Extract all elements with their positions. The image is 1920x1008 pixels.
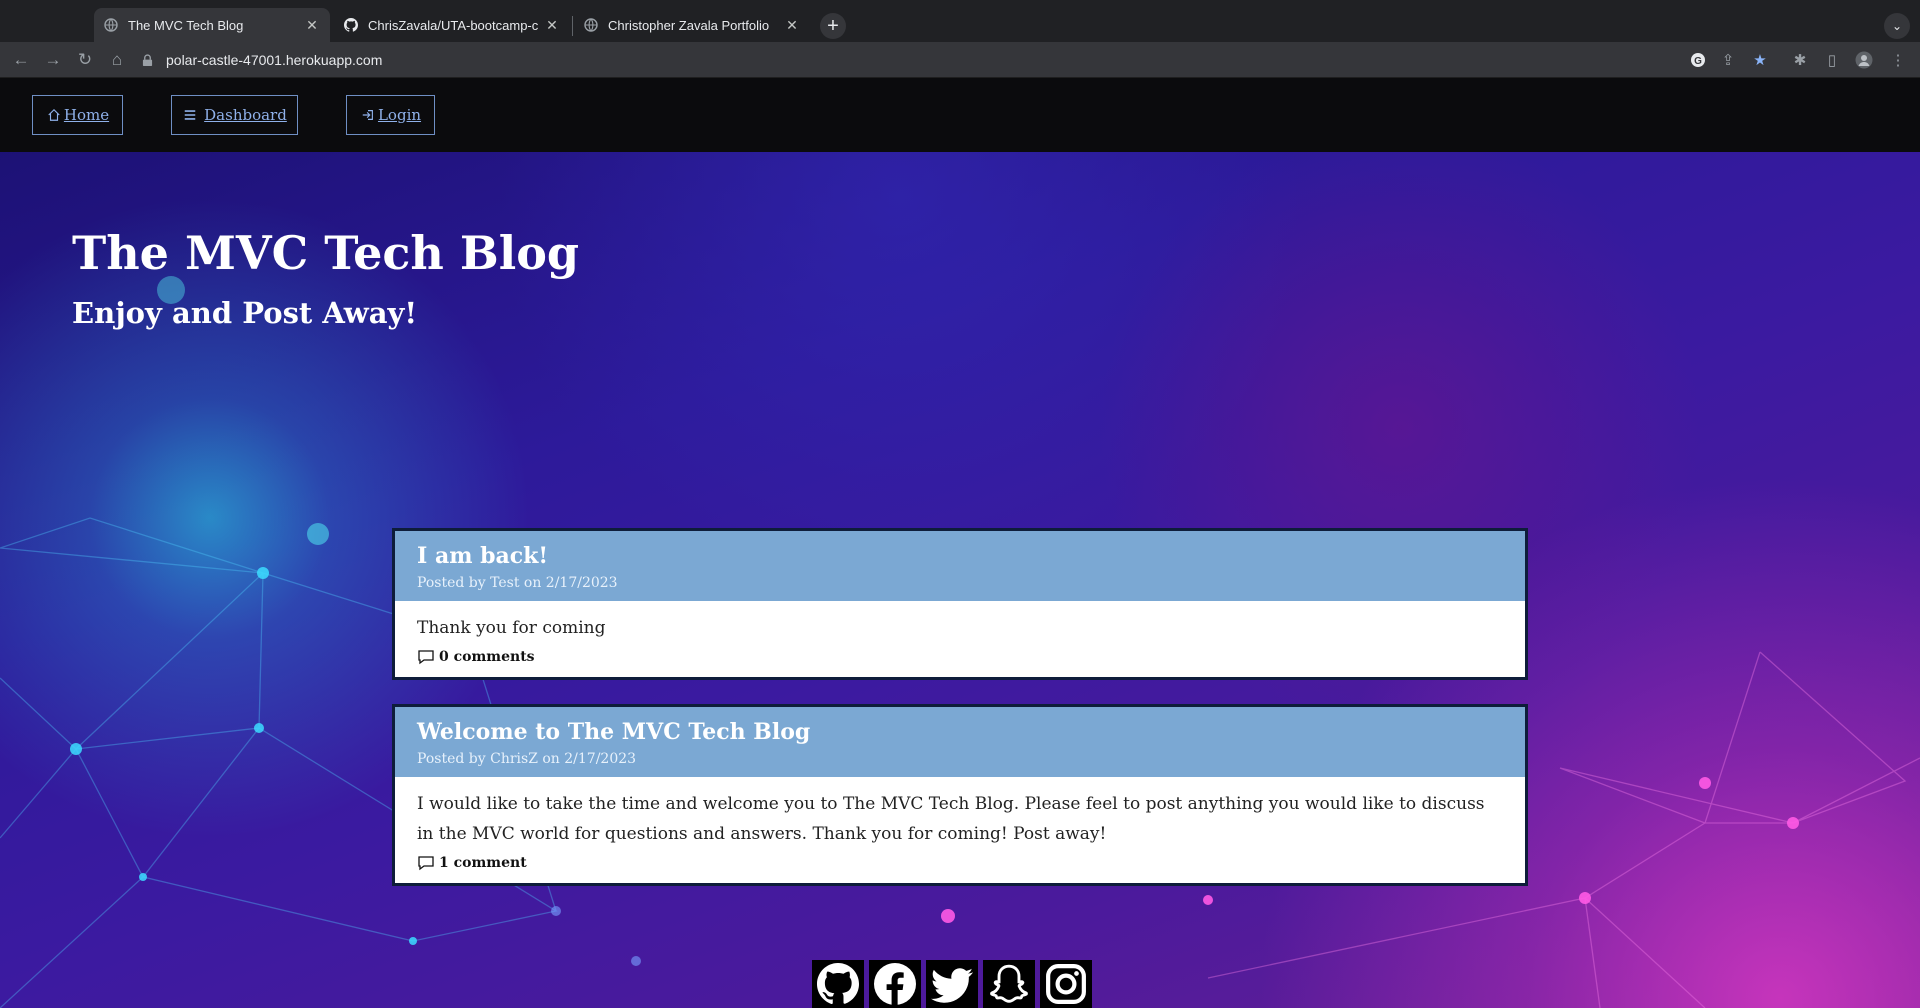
share-icon[interactable]: ⇪ [1718,50,1738,70]
google-icon[interactable]: G [1688,50,1708,70]
bookmark-star-icon[interactable]: ★ [1750,50,1770,70]
snapchat-icon[interactable] [983,960,1035,1008]
tab-mvc-tech-blog[interactable]: The MVC Tech Blog ✕ [94,8,330,42]
post-meta: Posted by ChrisZ on 2/17/2023 [417,751,637,767]
comment-icon [417,855,435,871]
twitter-icon[interactable] [926,960,978,1008]
tab-title: The MVC Tech Blog [128,17,244,33]
post-comments-count: 0 comments [439,649,535,665]
close-icon[interactable]: ✕ [784,17,800,33]
page-title: The MVC Tech Blog [72,226,580,280]
hamburger-menu-icon [182,107,198,123]
address-bar[interactable]: polar-castle-47001.herokuapp.com [140,46,1680,74]
browser-toolbar: ← → ↻ ⌂ polar-castle-47001.herokuapp.com… [0,42,1920,78]
github-icon [344,18,358,32]
instagram-icon[interactable] [1040,960,1092,1008]
globe-icon [584,18,598,32]
profile-avatar-icon[interactable] [1854,50,1874,70]
post-comments-link[interactable]: 1 comment [417,855,1503,871]
extensions-icon[interactable]: ✱ [1790,50,1810,70]
reload-icon[interactable]: ↻ [73,48,97,72]
nav-home-link[interactable]: Home [32,95,123,135]
post-header[interactable]: Welcome to The MVC Tech Blog Posted by C… [395,707,1525,777]
post-card[interactable]: I am back! Posted by Test on 2/17/2023 T… [392,528,1528,680]
tab-title: ChrisZavala/UTA-bootcamp-ch [368,17,538,33]
post-comments-count: 1 comment [439,855,527,871]
post-body: I would like to take the time and welcom… [395,777,1525,883]
page-subtitle: Enjoy and Post Away! [72,296,418,330]
close-icon[interactable]: ✕ [544,17,560,33]
facebook-icon[interactable] [869,960,921,1008]
back-icon[interactable]: ← [9,48,33,72]
tab-github-repo[interactable]: ChrisZavala/UTA-bootcamp-ch ✕ [334,8,570,42]
post-comments-link[interactable]: 0 comments [417,649,1503,665]
nav-dashboard-link[interactable]: Dashboard [171,95,298,135]
post-text: Thank you for coming [417,618,606,638]
side-panel-icon[interactable]: ▯ [1822,50,1842,70]
comment-icon [417,649,435,665]
tab-separator [572,16,573,36]
site-navbar: Home Dashboard Login [0,78,1920,152]
nav-login-link[interactable]: Login [346,95,435,135]
lock-icon[interactable] [140,53,154,67]
tab-search-button[interactable]: ⌄ [1884,13,1910,39]
nav-home-label: Home [63,106,110,124]
new-tab-button[interactable]: + [820,13,846,39]
login-arrow-icon [360,107,376,123]
post-title[interactable]: Welcome to The MVC Tech Blog [417,719,1503,745]
close-icon[interactable]: ✕ [304,17,320,33]
url-text: polar-castle-47001.herokuapp.com [166,52,383,68]
nav-login-label: Login [377,106,422,124]
page-viewport: Home Dashboard Login The MVC Tech Blog E… [0,78,1920,1008]
browser-tab-bar: The MVC Tech Blog ✕ ChrisZavala/UTA-boot… [0,0,1920,42]
nav-dashboard-label: Dashboard [204,106,287,124]
github-icon[interactable] [812,960,864,1008]
post-header[interactable]: I am back! Posted by Test on 2/17/2023 [395,531,1525,601]
post-title[interactable]: I am back! [417,543,1503,569]
post-meta: Posted by Test on 2/17/2023 [417,575,618,591]
globe-icon [104,18,118,32]
post-text: I would like to take the time and welcom… [417,794,1485,844]
home-icon[interactable]: ⌂ [105,48,129,72]
tab-title: Christopher Zavala Portfolio [608,17,770,33]
post-card[interactable]: Welcome to The MVC Tech Blog Posted by C… [392,704,1528,886]
menu-kebab-icon[interactable]: ⋮ [1888,50,1908,70]
svg-text:G: G [1694,56,1702,67]
house-icon [46,107,62,123]
post-body: Thank you for coming 0 comments [395,601,1525,677]
forward-icon[interactable]: → [41,48,65,72]
tab-portfolio[interactable]: Christopher Zavala Portfolio ✕ [574,8,810,42]
